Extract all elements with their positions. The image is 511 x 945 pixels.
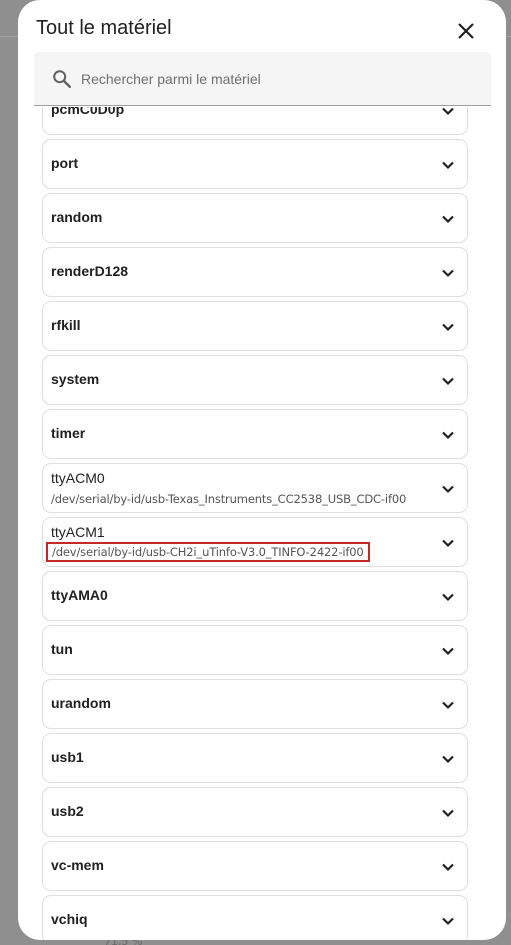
hardware-item[interactable]: random [42,193,468,243]
search-field[interactable] [34,52,491,106]
hardware-item[interactable]: system [42,355,468,405]
hardware-item[interactable]: ttyACM0/dev/serial/by-id/usb-Texas_Instr… [42,463,468,513]
hardware-item-name: tun [51,641,73,657]
hardware-item-name: usb1 [51,749,84,765]
chevron-down-icon [442,485,454,494]
hardware-item[interactable]: vchiq [42,895,468,940]
hardware-item-name: rfkill [51,317,81,333]
hardware-item[interactable]: usb1 [42,733,468,783]
hardware-item[interactable]: ttyAMA0 [42,571,468,621]
chevron-down-icon [442,809,454,818]
all-hardware-dialog: Tout le matériel pcmC0D0p port random rende… [18,0,506,940]
search-icon [53,70,71,88]
close-button[interactable] [454,19,478,43]
chevron-down-icon [442,161,454,170]
hardware-item[interactable]: urandom [42,679,468,729]
close-icon [458,23,474,39]
hardware-list: pcmC0D0p port random renderD128 rfkill system… [18,107,506,940]
hardware-item-name: vc-mem [51,857,104,873]
hardware-item[interactable]: tun [42,625,468,675]
hardware-item-name: usb2 [51,803,84,819]
dialog-header: Tout le matériel [18,0,506,56]
chevron-down-icon [442,107,454,116]
hardware-item[interactable]: renderD128 [42,247,468,297]
chevron-down-icon [442,431,454,440]
chevron-down-icon [442,701,454,710]
chevron-down-icon [442,215,454,224]
chevron-down-icon [442,917,454,926]
hardware-item-name: ttyAMA0 [51,587,108,603]
hardware-item-path-highlighted: /dev/serial/by-id/usb-CH2i_uTinfo-V3.0_T… [46,542,370,562]
hardware-item-name: random [51,209,103,225]
chevron-down-icon [442,647,454,656]
hardware-item-path: /dev/serial/by-id/usb-Texas_Instruments_… [51,492,407,506]
chevron-down-icon [442,323,454,332]
hardware-item[interactable]: pcmC0D0p [42,107,468,135]
hardware-item[interactable]: vc-mem [42,841,468,891]
chevron-down-icon [442,377,454,386]
chevron-down-icon [442,269,454,278]
hardware-item-name: port [51,155,79,171]
chevron-down-icon [442,755,454,764]
hardware-item-name: vchiq [51,911,88,927]
hardware-item-name: urandom [51,695,111,711]
hardware-item-name: timer [51,425,86,441]
hardware-item-name: renderD128 [51,263,129,279]
background-divider [506,36,511,37]
hardware-item[interactable]: timer [42,409,468,459]
hardware-item[interactable]: rfkill [42,301,468,351]
hardware-item[interactable]: ttyACM1/dev/serial/by-id/usb-CH2i_uTinfo… [42,517,468,567]
background-divider [0,36,18,37]
hardware-item-name: ttyACM0 [51,470,105,486]
hardware-item-name: system [51,371,100,387]
search-input[interactable] [81,64,471,94]
hardware-item[interactable]: port [42,139,468,189]
hardware-item-name: ttyACM1 [51,524,105,540]
dialog-title: Tout le matériel [36,17,172,39]
hardware-item-name: pcmC0D0p [51,107,125,117]
hardware-item[interactable]: usb2 [42,787,468,837]
chevron-down-icon [442,593,454,602]
chevron-down-icon [442,539,454,548]
chevron-down-icon [442,863,454,872]
